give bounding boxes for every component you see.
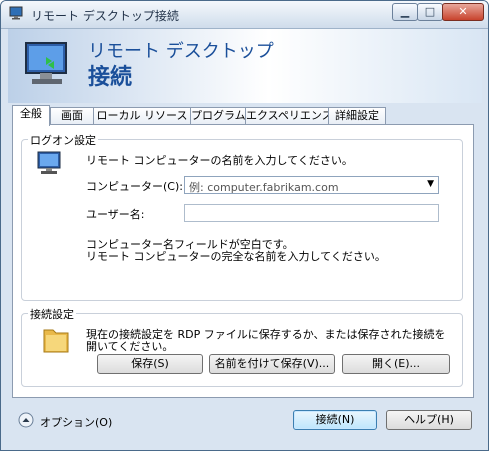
username-label: ユーザー名: xyxy=(86,208,145,221)
computer-combobox[interactable]: 例: computer.fabrikam.com ▼ xyxy=(184,176,439,194)
tab-display[interactable]: 画面 xyxy=(50,107,94,125)
close-icon: ✕ xyxy=(458,5,468,18)
instruction-text: リモート コンピューターの名前を入力してください。 xyxy=(86,154,353,167)
connection-settings-group: 接続設定 現在の接続設定を RDP ファイルに保存するか、または保存された接続を… xyxy=(21,306,463,387)
tab-advanced[interactable]: 詳細設定 xyxy=(328,107,386,125)
save-as-button[interactable]: 名前を付けて保存(V)... xyxy=(209,354,335,374)
tab-experience[interactable]: エクスペリエンス xyxy=(245,107,333,125)
rdp-window: リモート デスクトップ接続 ▁ □ ✕ リモート デスクトップ 接続 全般 画面… xyxy=(0,0,489,451)
computer-placeholder: 例: computer.fabrikam.com xyxy=(189,181,339,194)
tab-general[interactable]: 全般 xyxy=(12,105,50,126)
options-label[interactable]: オプション(O) xyxy=(40,414,112,430)
general-tab-panel: ログオン設定 リモート コンピューターの名前を入力してください。 コンピューター… xyxy=(12,124,474,398)
username-field[interactable] xyxy=(184,204,439,222)
chevron-up-icon[interactable] xyxy=(18,412,34,428)
open-button[interactable]: 開く(E)... xyxy=(342,354,450,374)
help-button[interactable]: ヘルプ(H) xyxy=(386,410,472,430)
connect-button[interactable]: 接続(N) xyxy=(293,410,377,430)
logon-settings-title: ログオン設定 xyxy=(28,132,98,148)
minimize-button[interactable]: ▁ xyxy=(392,3,418,21)
header-banner: リモート デスクトップ 接続 xyxy=(8,29,482,103)
empty-warning-line2: リモート コンピューターの完全な名前を入力してください。 xyxy=(86,250,386,263)
banner-title-line2: 接続 xyxy=(88,65,133,90)
save-button[interactable]: 保存(S) xyxy=(97,354,203,374)
logon-settings-group: ログオン設定 リモート コンピューターの名前を入力してください。 コンピューター… xyxy=(21,132,463,301)
computer-icon xyxy=(37,151,61,174)
computer-label: コンピューター(C): xyxy=(86,180,183,193)
minimize-icon: ▁ xyxy=(400,5,410,18)
connection-settings-title: 接続設定 xyxy=(28,306,76,322)
folder-icon xyxy=(43,329,69,353)
dropdown-arrow-icon[interactable]: ▼ xyxy=(427,179,434,189)
tab-local-resources[interactable]: ローカル リソース xyxy=(93,107,191,125)
window-title: リモート デスクトップ接続 xyxy=(31,9,179,23)
tab-programs[interactable]: プログラム xyxy=(190,107,246,125)
maximize-button[interactable]: □ xyxy=(417,3,443,21)
monitor-icon xyxy=(25,42,67,84)
close-button[interactable]: ✕ xyxy=(442,3,484,21)
title-bar[interactable]: リモート デスクトップ接続 ▁ □ ✕ xyxy=(1,1,488,29)
maximize-icon: □ xyxy=(424,5,436,18)
remote-desktop-icon xyxy=(9,6,23,20)
connection-desc-line2: 開いてください。 xyxy=(86,340,174,353)
